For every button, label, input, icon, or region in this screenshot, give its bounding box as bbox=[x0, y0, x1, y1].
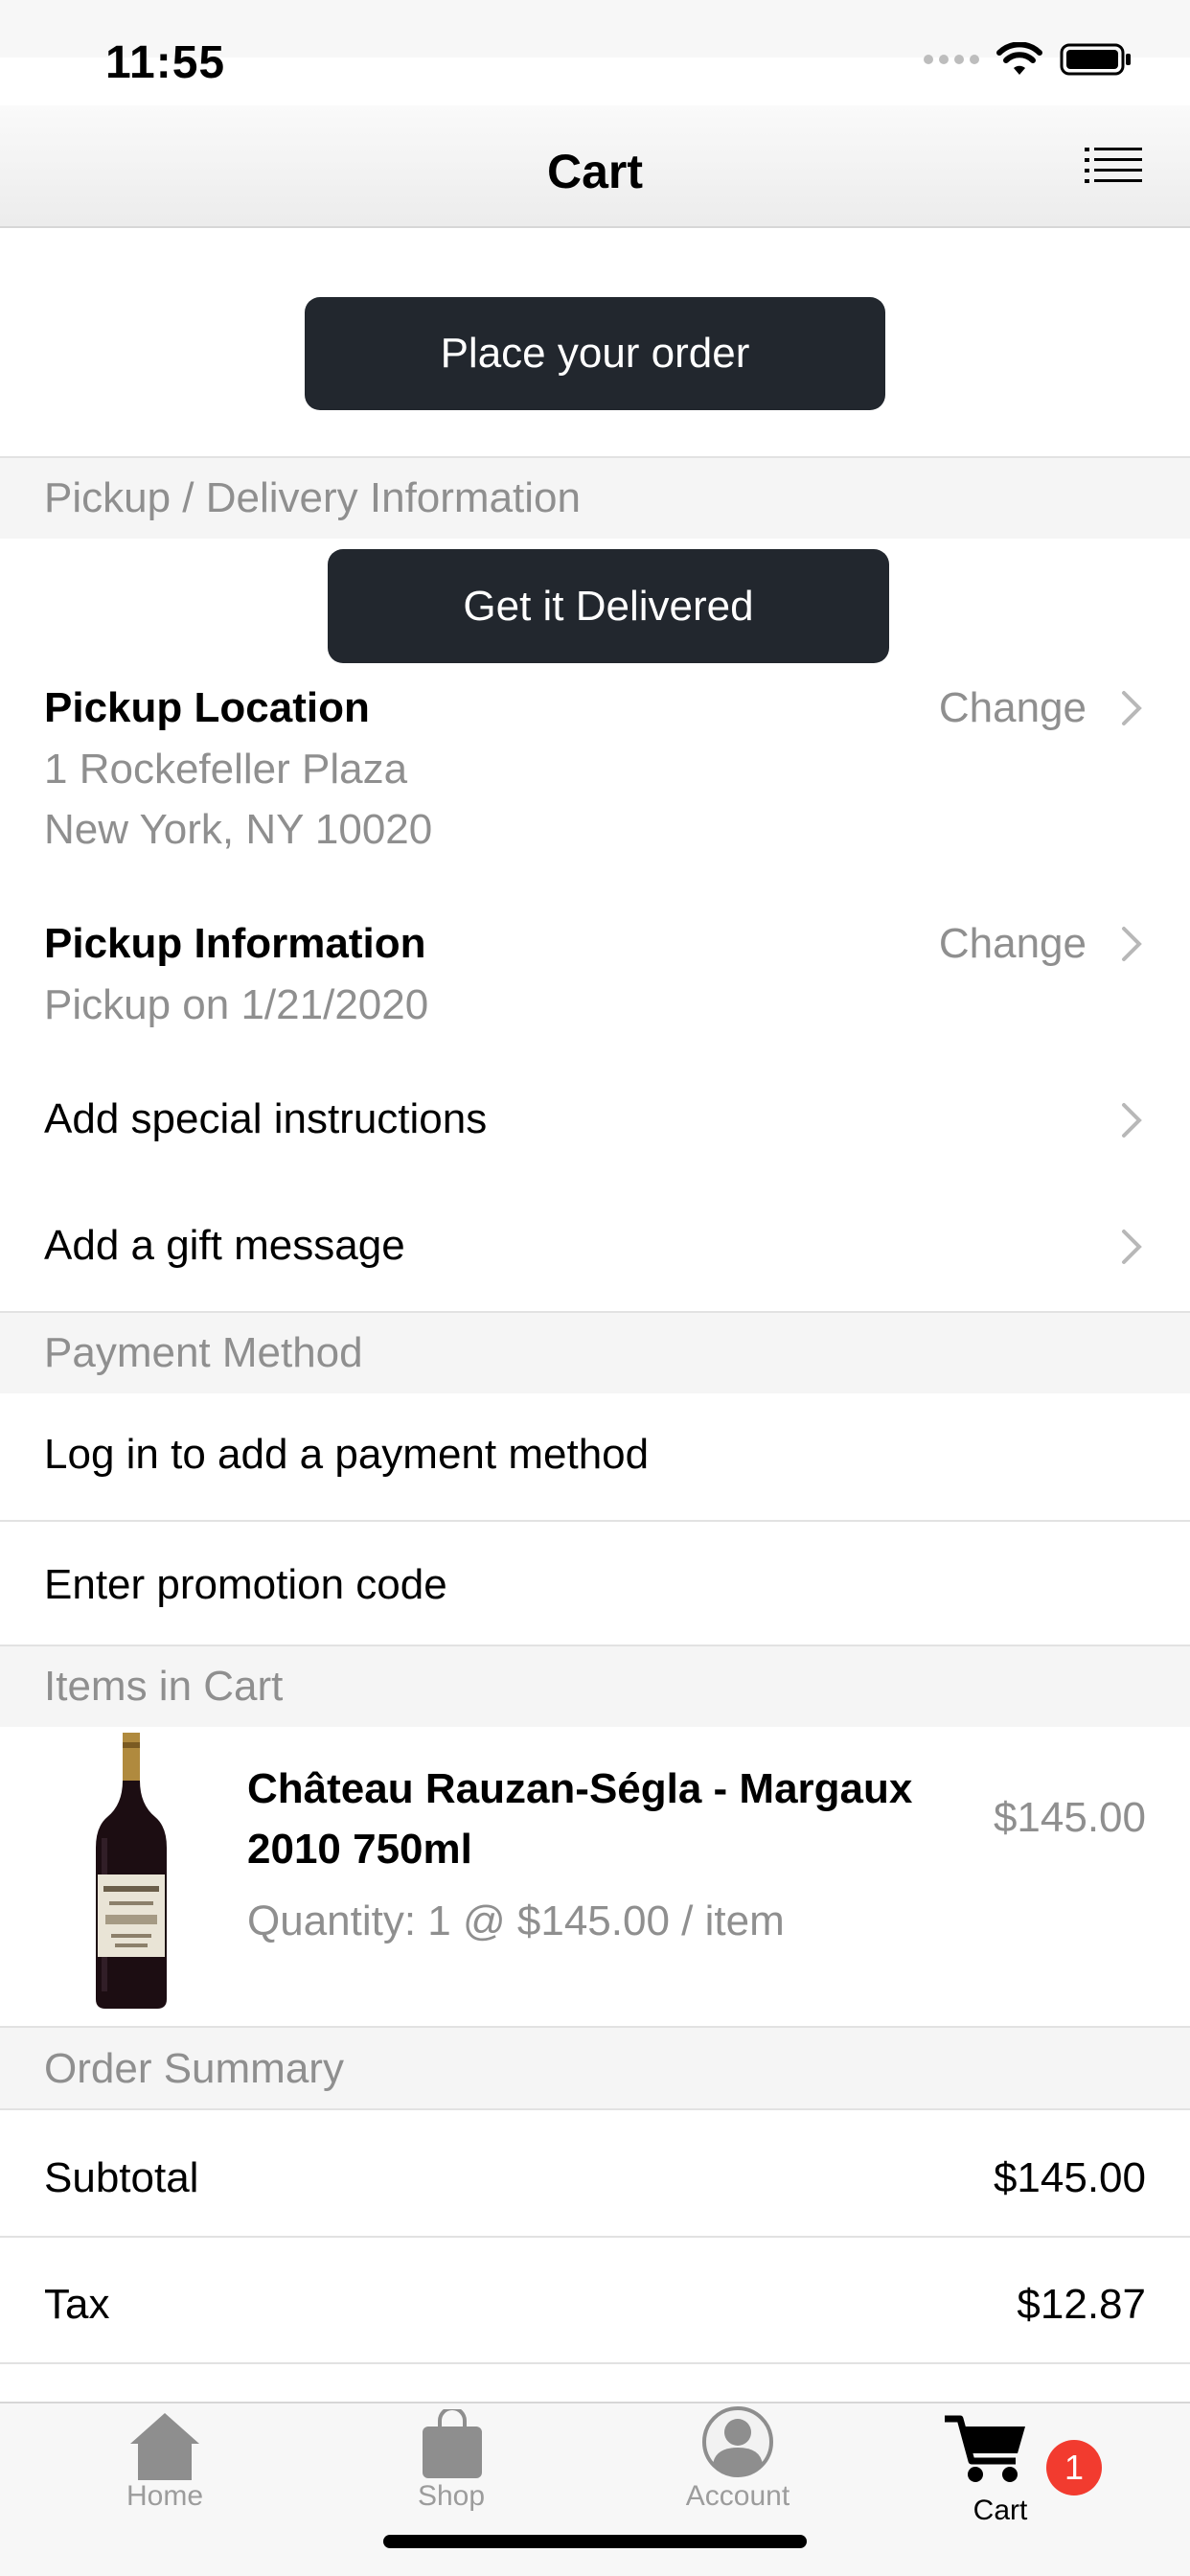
home-indicator[interactable] bbox=[383, 2535, 807, 2548]
home-icon bbox=[130, 2413, 199, 2480]
tab-cart[interactable]: Cart bbox=[880, 2404, 1167, 2547]
list-menu-icon[interactable] bbox=[1085, 146, 1142, 184]
section-header-payment-method: Payment Method bbox=[0, 1311, 1190, 1393]
divider bbox=[0, 1520, 1190, 1522]
tab-shop[interactable]: Shop bbox=[308, 2404, 595, 2547]
tab-home-label: Home bbox=[126, 2480, 204, 2512]
navigation-bar: Cart bbox=[0, 105, 1190, 228]
tab-home[interactable]: Home bbox=[21, 2404, 309, 2547]
tab-shop-label: Shop bbox=[417, 2480, 486, 2512]
tab-account[interactable]: Account bbox=[594, 2404, 881, 2547]
cart-icon bbox=[945, 2415, 1025, 2482]
chevron-right-icon bbox=[1122, 1230, 1142, 1264]
promotion-code-row[interactable]: Enter promotion code bbox=[44, 1561, 447, 1609]
special-instructions-label: Add special instructions bbox=[44, 1095, 488, 1142]
place-order-button[interactable]: Place your order bbox=[305, 297, 885, 410]
gift-message-label: Add a gift message bbox=[44, 1222, 405, 1269]
subtotal-label: Subtotal bbox=[44, 2154, 199, 2201]
account-icon bbox=[702, 2406, 773, 2477]
section-header-items-in-cart: Items in Cart bbox=[0, 1644, 1190, 1727]
section-header-order-summary: Order Summary bbox=[0, 2026, 1190, 2110]
tax-value: $12.87 bbox=[1017, 2281, 1146, 2328]
tab-cart-label: Cart bbox=[973, 2495, 1028, 2526]
chevron-right-icon bbox=[1122, 691, 1142, 725]
pickup-location-change-link[interactable]: Change bbox=[939, 684, 1087, 732]
divider bbox=[0, 2236, 1190, 2238]
chevron-right-icon bbox=[1122, 1103, 1142, 1138]
status-bar: 11:55 bbox=[0, 0, 1190, 115]
wine-bottle-image bbox=[96, 1733, 167, 2009]
section-header-pickup-delivery: Pickup / Delivery Information bbox=[0, 456, 1190, 539]
pickup-information-title: Pickup Information bbox=[44, 920, 426, 967]
status-time: 11:55 bbox=[105, 37, 226, 88]
page-title: Cart bbox=[546, 145, 644, 198]
status-icons bbox=[924, 42, 1133, 77]
shopping-bag-icon bbox=[423, 2409, 482, 2478]
subtotal-value: $145.00 bbox=[993, 2154, 1146, 2201]
chevron-right-icon bbox=[1122, 927, 1142, 961]
pickup-date: Pickup on 1/21/2020 bbox=[44, 981, 429, 1028]
tab-account-label: Account bbox=[685, 2480, 790, 2512]
cart-item-quantity: Quantity: 1 @ $145.00 / item bbox=[247, 1898, 785, 1944]
pickup-location-title: Pickup Location bbox=[44, 684, 370, 731]
cellular-signal-icon bbox=[924, 55, 979, 64]
get-it-delivered-button[interactable]: Get it Delivered bbox=[328, 549, 889, 663]
cart-badge: 1 bbox=[1046, 2440, 1102, 2496]
payment-login-row[interactable]: Log in to add a payment method bbox=[44, 1431, 649, 1479]
pickup-information-change-link[interactable]: Change bbox=[939, 920, 1087, 968]
wifi-icon bbox=[996, 42, 1042, 75]
pickup-address-line1: 1 Rockefeller Plaza bbox=[44, 746, 408, 793]
cart-item-name: Château Rauzan-Ségla - Margaux 2010 750m… bbox=[247, 1765, 913, 1873]
tab-bar: Home Shop Account Cart 1 bbox=[0, 2402, 1190, 2576]
battery-icon bbox=[1060, 43, 1131, 76]
cart-item-price: $145.00 bbox=[993, 1794, 1146, 1841]
tax-label: Tax bbox=[44, 2281, 110, 2328]
pickup-address-line2: New York, NY 10020 bbox=[44, 806, 433, 853]
divider bbox=[0, 2362, 1190, 2364]
divider bbox=[0, 2108, 1190, 2110]
